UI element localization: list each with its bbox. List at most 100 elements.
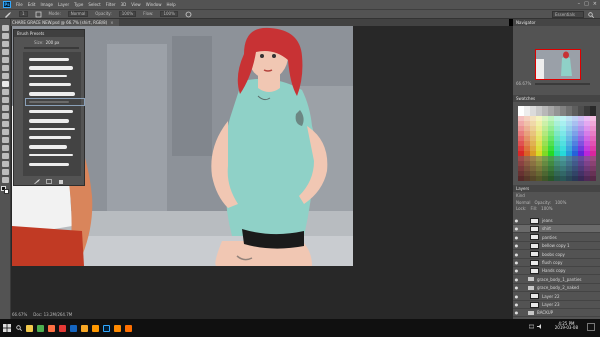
brush-presets-header[interactable]: Brush Presets	[14, 30, 84, 37]
brush-panel-icon[interactable]	[34, 179, 40, 184]
minimize-button[interactable]: –	[578, 1, 581, 7]
firefox-icon[interactable]	[46, 319, 57, 337]
layer-row[interactable]: ● flush copy	[513, 259, 600, 267]
visibility-eye-icon[interactable]: ●	[513, 268, 520, 273]
layer-row[interactable]: ● boobs copy	[513, 251, 600, 259]
swatches-grid[interactable]	[518, 106, 596, 181]
flow-field[interactable]: 100%	[160, 11, 178, 17]
brush-stroke-preview[interactable]	[29, 58, 69, 61]
healing-tool-icon[interactable]	[1, 73, 9, 79]
navigator-thumbnail[interactable]	[535, 49, 581, 80]
visibility-eye-icon[interactable]: ●	[513, 252, 520, 257]
visibility-eye-icon[interactable]: ●	[513, 235, 520, 240]
visibility-eye-icon[interactable]: ●	[513, 294, 520, 299]
eyedropper-tool-icon[interactable]	[1, 65, 9, 71]
navigator-zoom-slider[interactable]	[535, 83, 590, 85]
start-button[interactable]	[0, 319, 14, 337]
hand-tool-icon[interactable]	[1, 169, 9, 175]
menu-view[interactable]: View	[131, 2, 141, 7]
brush-stroke-preview[interactable]	[29, 145, 67, 149]
illustrator-icon[interactable]	[112, 319, 123, 337]
delete-icon[interactable]	[58, 179, 64, 184]
brush-size-slider[interactable]	[24, 47, 79, 49]
navigator-zoom[interactable]: 66.67%	[516, 82, 531, 86]
brush-stroke-preview[interactable]	[29, 75, 67, 77]
visibility-eye-icon[interactable]: ●	[513, 310, 520, 315]
brush-stroke-preview[interactable]	[29, 163, 69, 166]
network-icon[interactable]	[529, 324, 534, 329]
sublime-icon[interactable]	[90, 319, 101, 337]
layer-row[interactable]: ● bellow copy 1	[513, 242, 600, 251]
brush-size-field[interactable]: 200 px	[46, 41, 60, 45]
maximize-button[interactable]: □	[584, 1, 589, 7]
file-explorer-icon[interactable]	[24, 319, 35, 337]
menu-image[interactable]: Image	[40, 2, 53, 7]
layers-list[interactable]: ● jeans ● shirt ● panties ● bellow copy 1 ● boobs…	[513, 205, 600, 319]
taskbar-search-button[interactable]	[14, 319, 24, 337]
visibility-eye-icon[interactable]: ●	[513, 277, 520, 282]
eraser-tool-icon[interactable]	[1, 105, 9, 111]
canvas-area[interactable]	[11, 26, 513, 319]
layer-group-row[interactable]: ● BACKUP	[513, 309, 600, 318]
clone-stamp-tool-icon[interactable]	[1, 89, 9, 95]
brush-stroke-preview[interactable]	[29, 136, 71, 139]
layer-row[interactable]: ● Layer 22	[513, 293, 600, 301]
menu-help[interactable]: Help	[166, 2, 175, 7]
layers-panel-header[interactable]: Layers	[513, 185, 600, 192]
type-tool-icon[interactable]	[1, 145, 9, 151]
brush-preset-list[interactable]	[23, 52, 85, 176]
taskbar-clock[interactable]: 4:25 PM 2019-03-08	[555, 322, 578, 330]
brush-stroke-preview[interactable]	[29, 83, 71, 86]
layer-row[interactable]: ● shirt	[513, 225, 600, 234]
opacity-field[interactable]: 100%	[118, 11, 137, 17]
visibility-eye-icon[interactable]: ●	[513, 243, 520, 248]
layer-filter-kind[interactable]: Kind	[516, 194, 525, 198]
document-tab[interactable]: CHARE GRACE NEW.psd @ 66.7% (shirt, RGB/…	[9, 19, 119, 26]
volume-icon[interactable]	[537, 324, 542, 329]
airbrush-icon[interactable]	[185, 11, 192, 18]
color-swatches[interactable]	[0, 186, 10, 196]
close-button[interactable]: ×	[593, 1, 597, 7]
swatch[interactable]	[590, 176, 596, 181]
layer-group-row[interactable]: ● grace_body_1_panties	[513, 276, 600, 284]
menu-layer[interactable]: Layer	[58, 2, 69, 7]
brush-stroke-preview[interactable]	[29, 128, 75, 130]
move-tool-icon[interactable]	[1, 25, 9, 31]
visibility-eye-icon[interactable]: ●	[513, 285, 520, 290]
brush-stroke-preview[interactable]	[29, 154, 73, 156]
layer-row[interactable]: ● jeans	[513, 217, 600, 225]
menu-filter[interactable]: Filter	[106, 2, 116, 7]
new-preset-icon[interactable]	[46, 179, 52, 184]
status-zoom[interactable]: 66.67%	[12, 313, 27, 317]
brush-stroke-preview[interactable]	[29, 119, 69, 123]
pen-tool-icon[interactable]	[1, 137, 9, 143]
zoom-tool-icon[interactable]	[1, 177, 9, 183]
lasso-tool-icon[interactable]	[1, 41, 9, 47]
workspace-select[interactable]: Essentials	[552, 11, 584, 18]
navigator-panel-header[interactable]: Navigator	[513, 19, 600, 26]
menu-window[interactable]: Window	[146, 2, 162, 7]
visibility-eye-icon[interactable]: ●	[513, 260, 520, 265]
photoshop-icon[interactable]	[101, 319, 112, 337]
gradient-tool-icon[interactable]	[1, 113, 9, 119]
brush-tool-icon[interactable]	[1, 81, 9, 87]
history-brush-tool-icon[interactable]	[1, 97, 9, 103]
chrome-icon[interactable]	[35, 319, 46, 337]
mode-select[interactable]: Normal	[67, 11, 89, 17]
brush-stroke-preview[interactable]	[29, 66, 73, 70]
marquee-tool-icon[interactable]	[1, 33, 9, 39]
brush-tool-icon[interactable]	[4, 11, 12, 18]
menu-edit[interactable]: Edit	[28, 2, 36, 7]
visibility-eye-icon[interactable]: ●	[513, 226, 520, 231]
search-icon[interactable]	[588, 12, 594, 18]
visibility-eye-icon[interactable]: ●	[513, 302, 520, 307]
menu-3d[interactable]: 3D	[121, 2, 127, 7]
dodge-tool-icon[interactable]	[1, 129, 9, 135]
notification-center-icon[interactable]	[587, 323, 595, 331]
brush-stroke-preview[interactable]	[29, 110, 73, 113]
layer-group-row[interactable]: ● grace_body_2_naked	[513, 284, 600, 293]
layer-row[interactable]: ● Hands copy	[513, 267, 600, 276]
blur-tool-icon[interactable]	[1, 121, 9, 127]
menu-select[interactable]: Select	[88, 2, 100, 7]
menu-file[interactable]: File	[16, 2, 23, 7]
